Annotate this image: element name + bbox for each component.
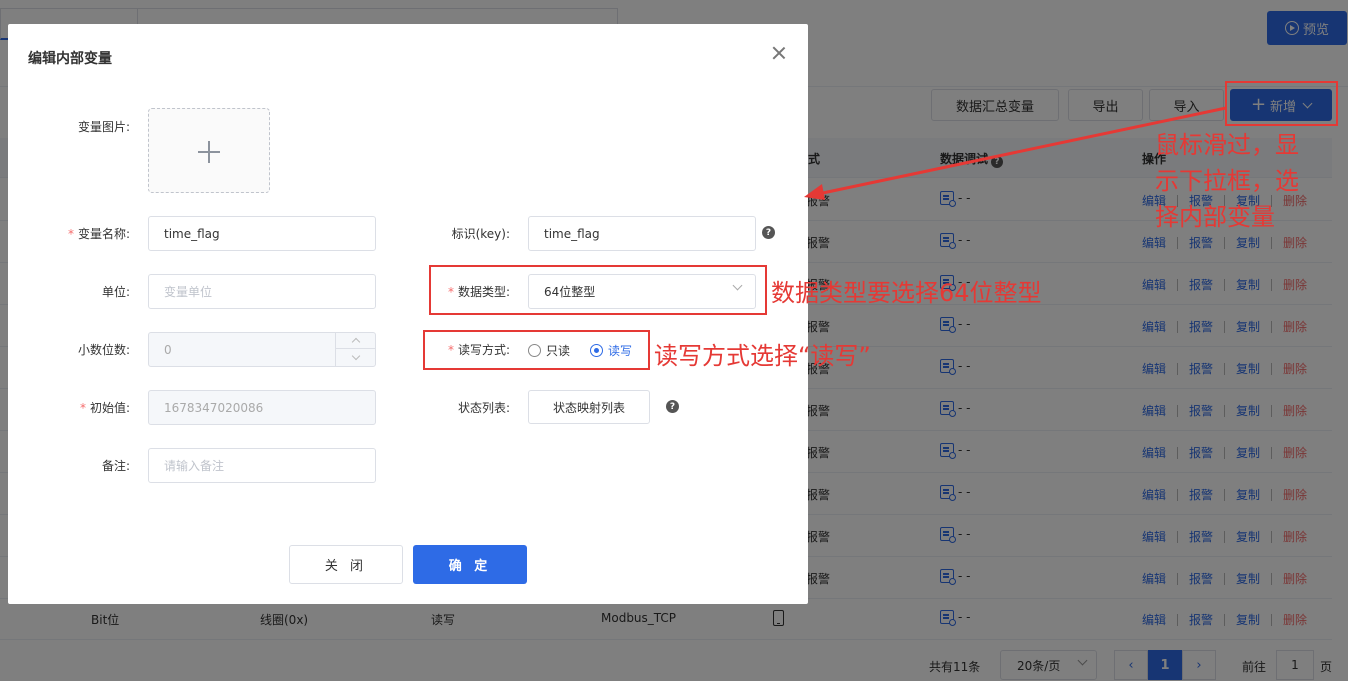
arrow-head bbox=[804, 184, 825, 200]
annotation-arrow bbox=[804, 106, 1227, 200]
arrow-line bbox=[817, 106, 1227, 196]
